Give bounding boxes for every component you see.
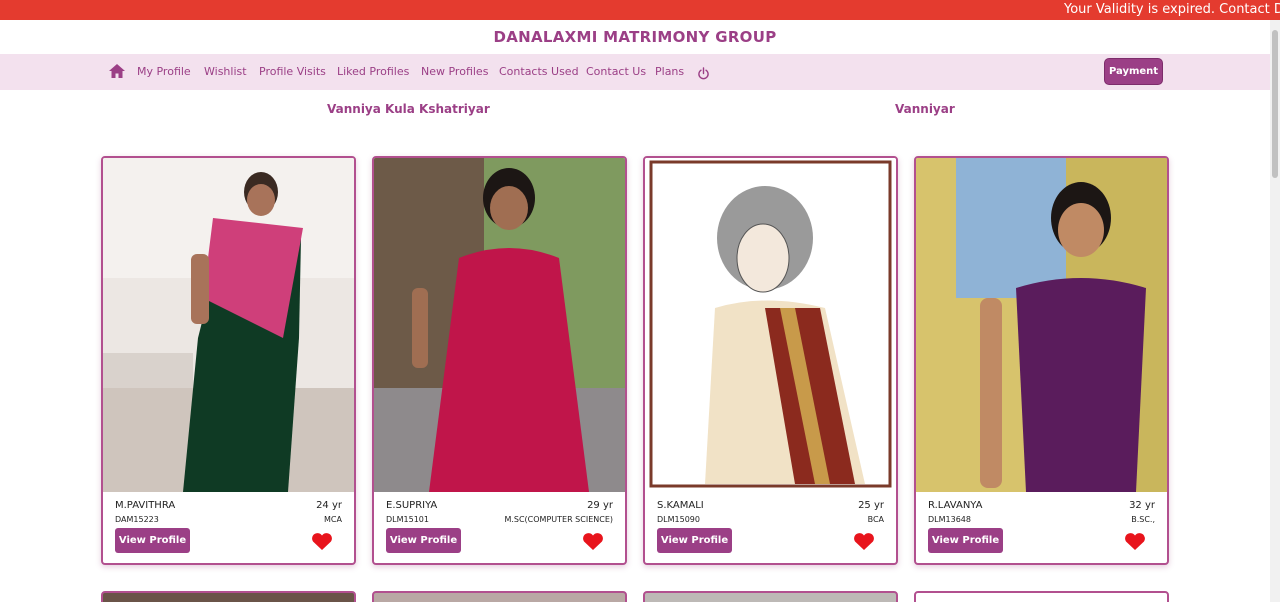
- heart-icon[interactable]: [853, 532, 875, 551]
- profile-card: M.PAVITHRA 24 yr DAM15223 MCA View Profi…: [101, 156, 356, 565]
- scrollbar-thumb[interactable]: [1272, 30, 1278, 178]
- nav-profile-visits[interactable]: Profile Visits: [259, 54, 326, 90]
- scrollbar[interactable]: [1270, 20, 1280, 602]
- profile-photo[interactable]: [645, 158, 896, 492]
- profile-id: DLM15090: [657, 515, 700, 524]
- profile-age: 29 yr: [587, 500, 613, 511]
- profile-card: S.KAMALI 25 yr DLM15090 BCA View Profile: [643, 156, 898, 565]
- view-profile-button[interactable]: View Profile: [115, 528, 190, 553]
- validity-ticker: Your Validity is expired. Contact D: [0, 0, 1280, 20]
- profile-name: M.PAVITHRA: [115, 500, 176, 511]
- brand-header: DANALAXMI MATRIMONY GROUP: [0, 20, 1270, 54]
- nav-new-profiles[interactable]: New Profiles: [421, 54, 488, 90]
- view-profile-button[interactable]: View Profile: [928, 528, 1003, 553]
- profile-photo[interactable]: [916, 158, 1167, 492]
- profile-age: 25 yr: [858, 500, 884, 511]
- ticker-text: Your Validity is expired. Contact D: [1064, 2, 1280, 17]
- profile-id: DLM15101: [386, 515, 429, 524]
- nav-plans[interactable]: Plans: [655, 54, 684, 90]
- nav-wishlist[interactable]: Wishlist: [204, 54, 247, 90]
- profile-education: BCA: [867, 515, 884, 524]
- heart-icon[interactable]: [1124, 532, 1146, 551]
- profile-name: E.SUPRIYA: [386, 500, 438, 511]
- profile-name: R.LAVANYA: [928, 500, 983, 511]
- main-nav: My Profile Wishlist Profile Visits Liked…: [0, 54, 1270, 90]
- profile-education: M.SC(COMPUTER SCIENCE): [504, 515, 613, 524]
- profile-photo[interactable]: [103, 158, 354, 492]
- nav-my-profile[interactable]: My Profile: [137, 54, 191, 90]
- power-icon[interactable]: [697, 65, 710, 80]
- payment-button[interactable]: Payment: [1105, 59, 1162, 84]
- category-vanniyar[interactable]: Vanniyar: [895, 102, 955, 116]
- nav-contact-us[interactable]: Contact Us: [586, 54, 646, 90]
- nav-liked-profiles[interactable]: Liked Profiles: [337, 54, 409, 90]
- view-profile-button[interactable]: View Profile: [657, 528, 732, 553]
- profile-education: B.SC.,: [1131, 515, 1155, 524]
- profile-card-next[interactable]: [914, 591, 1169, 602]
- profile-age: 24 yr: [316, 500, 342, 511]
- heart-icon[interactable]: [582, 532, 604, 551]
- profile-card-next[interactable]: [372, 591, 627, 602]
- profile-card: E.SUPRIYA 29 yr DLM15101 M.SC(COMPUTER S…: [372, 156, 627, 565]
- page: Your Validity is expired. Contact D DANA…: [0, 0, 1280, 602]
- home-icon[interactable]: [108, 63, 126, 79]
- profile-id: DAM15223: [115, 515, 159, 524]
- site-title: DANALAXMI MATRIMONY GROUP: [493, 28, 777, 46]
- heart-icon[interactable]: [311, 532, 333, 551]
- profile-id: DLM13648: [928, 515, 971, 524]
- nav-contacts-used[interactable]: Contacts Used: [499, 54, 579, 90]
- profile-card: R.LAVANYA 32 yr DLM13648 B.SC., View Pro…: [914, 156, 1169, 565]
- profile-card-next[interactable]: [101, 591, 356, 602]
- profile-age: 32 yr: [1129, 500, 1155, 511]
- profile-photo[interactable]: [374, 158, 625, 492]
- category-vanniya-kula-kshatriyar[interactable]: Vanniya Kula Kshatriyar: [327, 102, 490, 116]
- view-profile-button[interactable]: View Profile: [386, 528, 461, 553]
- profile-education: MCA: [324, 515, 342, 524]
- profile-card-next[interactable]: [643, 591, 898, 602]
- profile-name: S.KAMALI: [657, 500, 704, 511]
